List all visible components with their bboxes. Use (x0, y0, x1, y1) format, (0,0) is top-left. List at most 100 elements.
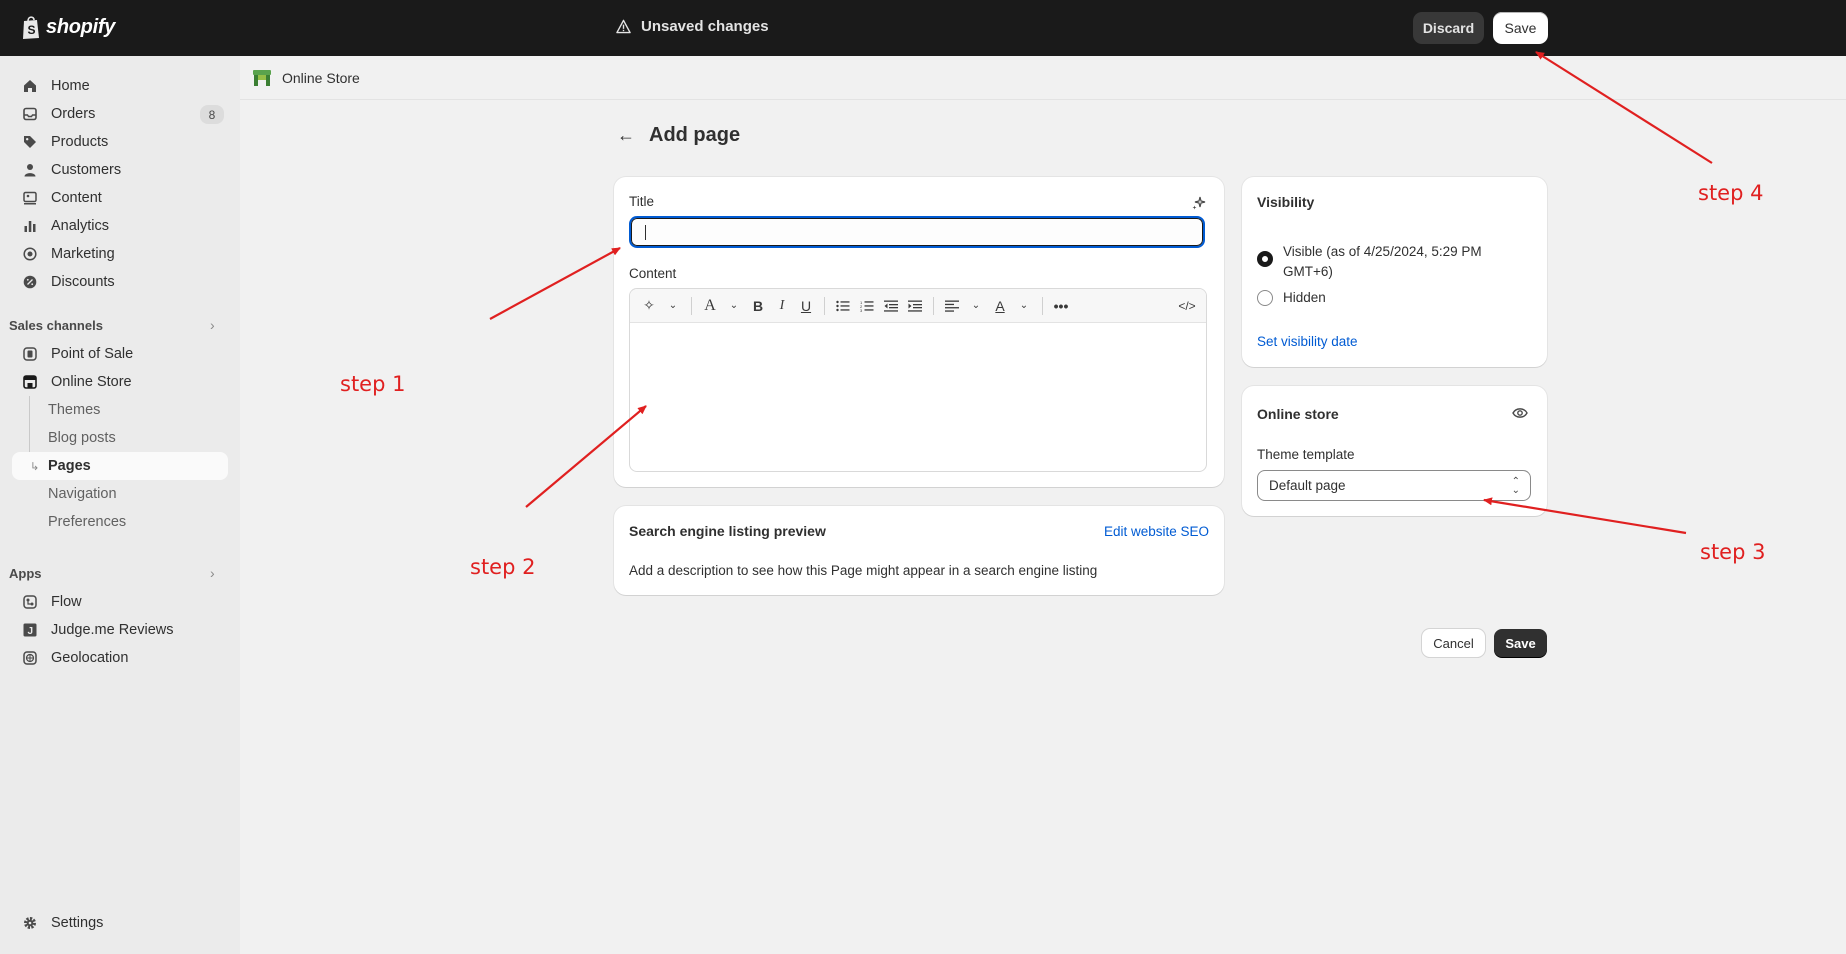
sidebar-item-point-of-sale[interactable]: Point of Sale (12, 340, 228, 368)
pos-icon (22, 346, 38, 362)
discard-button[interactable]: Discard (1413, 12, 1484, 44)
text-caret (645, 225, 646, 240)
italic-icon[interactable]: I (773, 297, 791, 315)
edit-seo-link[interactable]: Edit website SEO (1104, 524, 1209, 539)
visibility-heading: Visibility (1257, 194, 1315, 210)
chevron-down-icon[interactable]: ⌄ (664, 297, 682, 315)
svg-text:S: S (28, 23, 36, 37)
sidebar-item-home[interactable]: Home (12, 72, 228, 100)
sidebar-item-online-store[interactable]: Online Store (12, 368, 228, 396)
online-store-heading: Online store (1257, 406, 1339, 422)
visible-label-line2: GMT+6) (1283, 264, 1333, 279)
ai-sparkle-icon[interactable]: ✧ (640, 297, 658, 315)
chevron-down-icon[interactable]: ⌄ (725, 297, 743, 315)
content-field-label: Content (629, 266, 677, 281)
visible-radio-label[interactable]: Visible (as of 4/25/2024, 5:29 PM GMT+6) (1283, 242, 1482, 282)
indent-icon[interactable] (906, 297, 924, 315)
sidebar-item-label: Products (51, 134, 109, 150)
theme-template-label: Theme template (1257, 447, 1355, 462)
sidebar-item-geolocation[interactable]: Geolocation (12, 644, 228, 672)
orders-count-badge: 8 (200, 105, 224, 124)
sidebar-item-label: Content (51, 190, 102, 206)
theme-template-value: Default page (1269, 478, 1346, 493)
bulleted-list-icon[interactable] (834, 297, 852, 315)
step4-label: step 4 (1698, 181, 1764, 205)
apps-heading[interactable]: Apps (9, 566, 42, 581)
online-store-logo-icon (253, 69, 271, 86)
ai-sparkle-icon[interactable] (1191, 195, 1207, 211)
bottom-save-button[interactable]: Save (1494, 629, 1547, 657)
step2-label: step 2 (470, 555, 536, 579)
hidden-radio[interactable] (1257, 290, 1273, 306)
sales-channels-heading[interactable]: Sales channels (9, 318, 103, 333)
logo-text: shopify (46, 15, 116, 38)
rich-text-editor[interactable]: ✧ ⌄ A ⌄ B I U 123 ⌄ A ⌄ ••• </> (629, 288, 1207, 472)
code-view-icon[interactable]: </> (1178, 297, 1196, 315)
tag-icon (22, 134, 38, 150)
set-visibility-date-link[interactable]: Set visibility date (1257, 334, 1358, 349)
visible-radio[interactable] (1257, 251, 1273, 267)
sidebar-item-marketing[interactable]: Marketing (12, 240, 228, 268)
discount-icon (22, 274, 38, 290)
sidebar-item-pages[interactable]: Pages (12, 452, 228, 480)
sidebar-item-blog-posts[interactable]: Blog posts (12, 424, 228, 452)
step1-label: step 1 (340, 372, 406, 396)
more-options-icon[interactable]: ••• (1052, 297, 1070, 315)
step3-label: step 3 (1700, 540, 1766, 564)
sidebar-item-navigation[interactable]: Navigation (12, 480, 228, 508)
gear-icon (22, 915, 38, 931)
sidebar: Home Orders 8 Products Customers Content… (0, 56, 240, 954)
store-icon (22, 374, 38, 390)
numbered-list-icon[interactable]: 123 (858, 297, 876, 315)
image-icon (22, 190, 38, 206)
page-details-card: Title Content ✧ ⌄ A ⌄ B I U 123 ⌄ A ⌄ ••… (614, 177, 1224, 487)
theme-template-select[interactable]: Default page ⌃ ⌄ (1257, 470, 1531, 501)
cancel-button[interactable]: Cancel (1422, 629, 1485, 657)
sidebar-item-flow[interactable]: Flow (12, 588, 228, 616)
sidebar-item-label: Settings (51, 915, 104, 931)
top-save-button[interactable]: Save (1493, 12, 1548, 44)
shopify-logo[interactable]: S shopify (20, 14, 115, 40)
hidden-radio-label[interactable]: Hidden (1283, 290, 1326, 305)
channel-header: Online Store (240, 56, 1846, 100)
sidebar-item-content[interactable]: Content (12, 184, 228, 212)
text-color-icon[interactable]: A (991, 297, 1009, 315)
select-updown-icon: ⌃ ⌄ (1511, 476, 1520, 496)
chevron-down-icon[interactable]: ⌄ (967, 297, 985, 315)
svg-text:3: 3 (860, 308, 863, 312)
sidebar-item-label: Judge.me Reviews (51, 622, 174, 638)
unsaved-changes-text: Unsaved changes (641, 18, 769, 35)
sidebar-item-discounts[interactable]: Discounts (12, 268, 228, 296)
sales-channels-chevron-icon[interactable]: › (210, 317, 215, 333)
sidebar-item-products[interactable]: Products (12, 128, 228, 156)
sidebar-item-customers[interactable]: Customers (12, 156, 228, 184)
bold-icon[interactable]: B (749, 297, 767, 315)
channel-header-title[interactable]: Online Store (282, 70, 360, 86)
seo-heading: Search engine listing preview (629, 523, 826, 539)
sidebar-item-orders[interactable]: Orders 8 (12, 100, 228, 128)
outdent-icon[interactable] (882, 297, 900, 315)
align-left-icon[interactable] (943, 297, 961, 315)
apps-chevron-icon[interactable]: › (210, 565, 215, 581)
toolbar-divider (1042, 296, 1043, 315)
flow-icon (22, 594, 38, 610)
globe-icon (22, 650, 38, 666)
sidebar-item-analytics[interactable]: Analytics (12, 212, 228, 240)
text-style-icon[interactable]: A (701, 297, 719, 315)
title-input[interactable] (629, 216, 1205, 248)
editor-toolbar: ✧ ⌄ A ⌄ B I U 123 ⌄ A ⌄ ••• </> (630, 289, 1206, 323)
visibility-card: Visibility Visible (as of 4/25/2024, 5:2… (1242, 177, 1547, 367)
chart-icon (22, 218, 38, 234)
back-arrow-icon[interactable]: ← (617, 125, 635, 146)
eye-icon[interactable] (1512, 406, 1528, 420)
sidebar-item-settings[interactable]: Settings (12, 909, 228, 937)
warning-icon (616, 19, 631, 34)
underline-icon[interactable]: U (797, 297, 815, 315)
seo-description: Add a description to see how this Page m… (629, 563, 1098, 578)
page-title: Add page (649, 124, 741, 146)
chevron-down-icon[interactable]: ⌄ (1015, 297, 1033, 315)
sidebar-item-themes[interactable]: Themes (12, 396, 228, 424)
sidebar-item-label: Analytics (51, 218, 110, 234)
sidebar-item-judgeme-reviews[interactable]: J Judge.me Reviews (12, 616, 228, 644)
sidebar-item-preferences[interactable]: Preferences (12, 508, 228, 536)
